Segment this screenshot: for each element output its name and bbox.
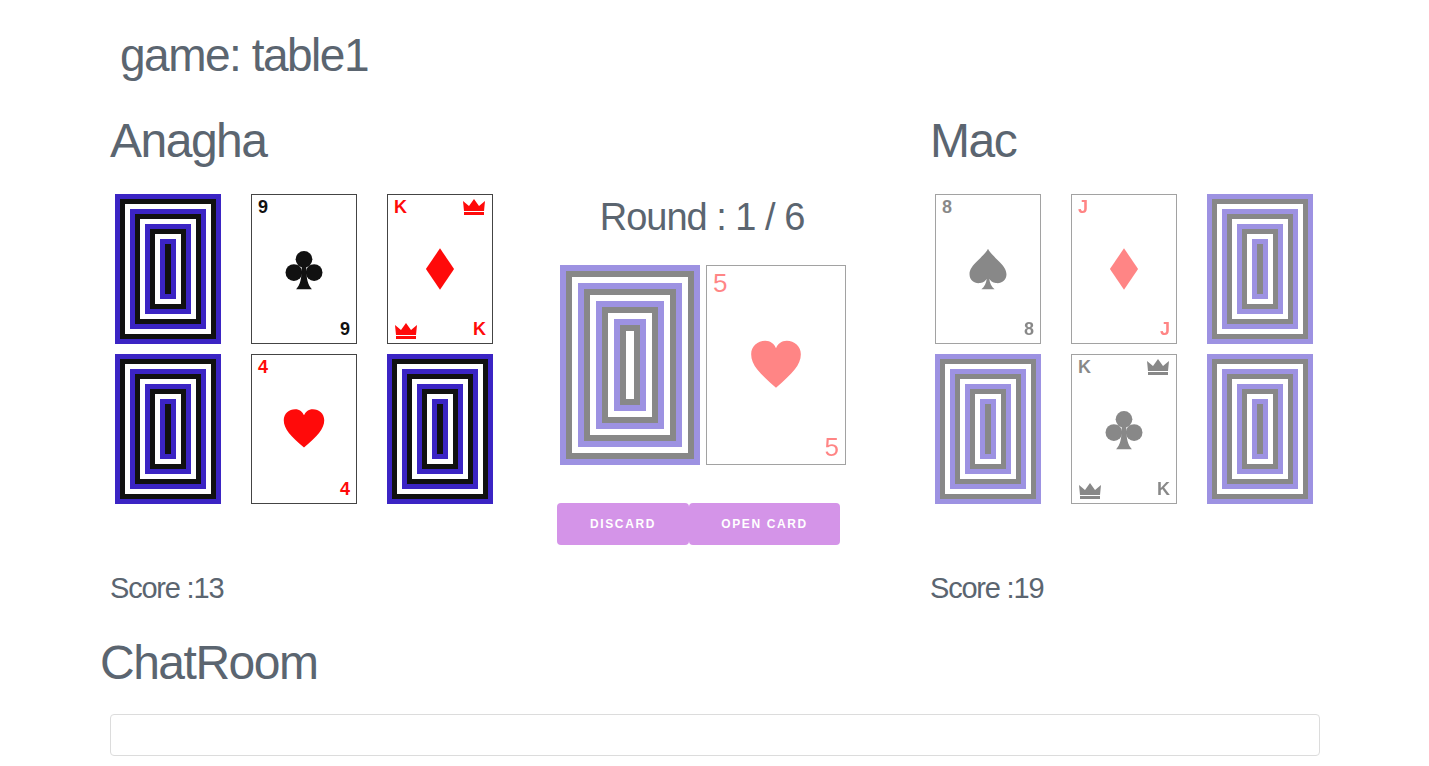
card-corner-top: 4	[258, 358, 350, 382]
playing-card[interactable]: 55	[706, 265, 846, 465]
card-rank: 4	[340, 480, 350, 500]
clubs-suit-icon	[1102, 407, 1146, 451]
player-score: Score :13	[110, 571, 557, 606]
player-hand: 88JJKK	[935, 194, 1429, 504]
card-back[interactable]	[935, 354, 1041, 504]
card-back-pattern-icon	[560, 265, 700, 465]
card-center	[942, 222, 1034, 316]
card-rank: 8	[942, 198, 952, 218]
card-center	[713, 301, 839, 429]
chat-input[interactable]	[110, 714, 1320, 756]
playing-card[interactable]: JJ	[1071, 194, 1177, 344]
card-back-pattern-icon	[115, 194, 221, 344]
card-rank: K	[473, 320, 486, 340]
table-center: Round : 1 / 655DISCARDOPEN CARD	[557, 116, 930, 606]
player-panel: Mac88JJKKScore :19	[930, 116, 1429, 606]
card-rank: 9	[340, 320, 350, 340]
diamonds-suit-icon	[1102, 247, 1146, 291]
card-rank: K	[1157, 480, 1170, 500]
card-rank: K	[394, 198, 407, 218]
chat-title: ChatRoom	[100, 638, 1429, 688]
hearts-suit-icon	[282, 407, 326, 451]
card-corner-bottom: 9	[258, 316, 350, 340]
card-corner-top: J	[1078, 198, 1170, 222]
player-name: Anagha	[110, 116, 557, 166]
crown-icon	[1146, 358, 1170, 376]
card-corner-bottom: K	[1078, 476, 1170, 500]
card-corner-bottom: J	[1078, 316, 1170, 340]
player-hand: 99KK44	[115, 194, 557, 504]
card-center	[258, 222, 350, 316]
card-corner-bottom: K	[394, 316, 486, 340]
card-back[interactable]	[1207, 194, 1313, 344]
card-corner-top: 8	[942, 198, 1034, 222]
card-rank: 8	[1024, 320, 1034, 340]
card-back-pattern-icon	[115, 354, 221, 504]
card-corner-bottom: 8	[942, 316, 1034, 340]
diamonds-suit-icon	[418, 247, 462, 291]
round-counter: Round : 1 / 6	[557, 197, 847, 239]
spades-suit-icon	[966, 247, 1010, 291]
card-corner-bottom: 4	[258, 476, 350, 500]
card-rank: 5	[713, 269, 727, 298]
game-table: Anagha99KK44Score :13Round : 1 / 655DISC…	[0, 116, 1429, 606]
open-card-button[interactable]: OPEN CARD	[689, 503, 840, 545]
card-corner-bottom: 5	[713, 429, 839, 461]
card-back[interactable]	[387, 354, 493, 504]
player-panel: Anagha99KK44Score :13	[0, 116, 557, 606]
card-center	[1078, 382, 1170, 476]
card-back-pattern-icon	[1207, 354, 1313, 504]
player-name: Mac	[930, 116, 1429, 166]
crown-icon	[462, 198, 486, 216]
playing-card[interactable]: KK	[1071, 354, 1177, 504]
crown-icon	[394, 322, 418, 340]
card-rank: K	[1078, 358, 1091, 378]
card-corner-top: K	[1078, 358, 1170, 382]
card-center	[394, 222, 486, 316]
playing-card[interactable]: 44	[251, 354, 357, 504]
card-center	[258, 382, 350, 476]
card-rank: 4	[258, 358, 268, 378]
card-center	[1078, 222, 1170, 316]
card-corner-top: K	[394, 198, 486, 222]
card-back[interactable]	[115, 354, 221, 504]
card-back[interactable]	[1207, 354, 1313, 504]
card-back-pattern-icon	[1207, 194, 1313, 344]
card-corner-top: 5	[713, 269, 839, 301]
card-corner-top: 9	[258, 198, 350, 222]
card-back-pattern-icon	[935, 354, 1041, 504]
card-rank: 5	[825, 433, 839, 462]
game-title: game: table1	[120, 30, 1429, 81]
discard-button[interactable]: DISCARD	[557, 503, 689, 545]
action-buttons: DISCARDOPEN CARD	[557, 503, 930, 545]
crown-icon	[1078, 482, 1102, 500]
playing-card[interactable]: 88	[935, 194, 1041, 344]
player-score: Score :19	[930, 571, 1429, 606]
card-rank: 9	[258, 198, 268, 218]
card-back[interactable]	[115, 194, 221, 344]
card-rank: J	[1160, 320, 1170, 340]
playing-card[interactable]: 99	[251, 194, 357, 344]
card-rank: J	[1078, 198, 1088, 218]
clubs-suit-icon	[282, 247, 326, 291]
playing-card[interactable]: KK	[387, 194, 493, 344]
card-pile: 55	[560, 265, 930, 465]
card-back[interactable]	[560, 265, 700, 465]
hearts-suit-icon	[749, 338, 803, 392]
card-back-pattern-icon	[387, 354, 493, 504]
